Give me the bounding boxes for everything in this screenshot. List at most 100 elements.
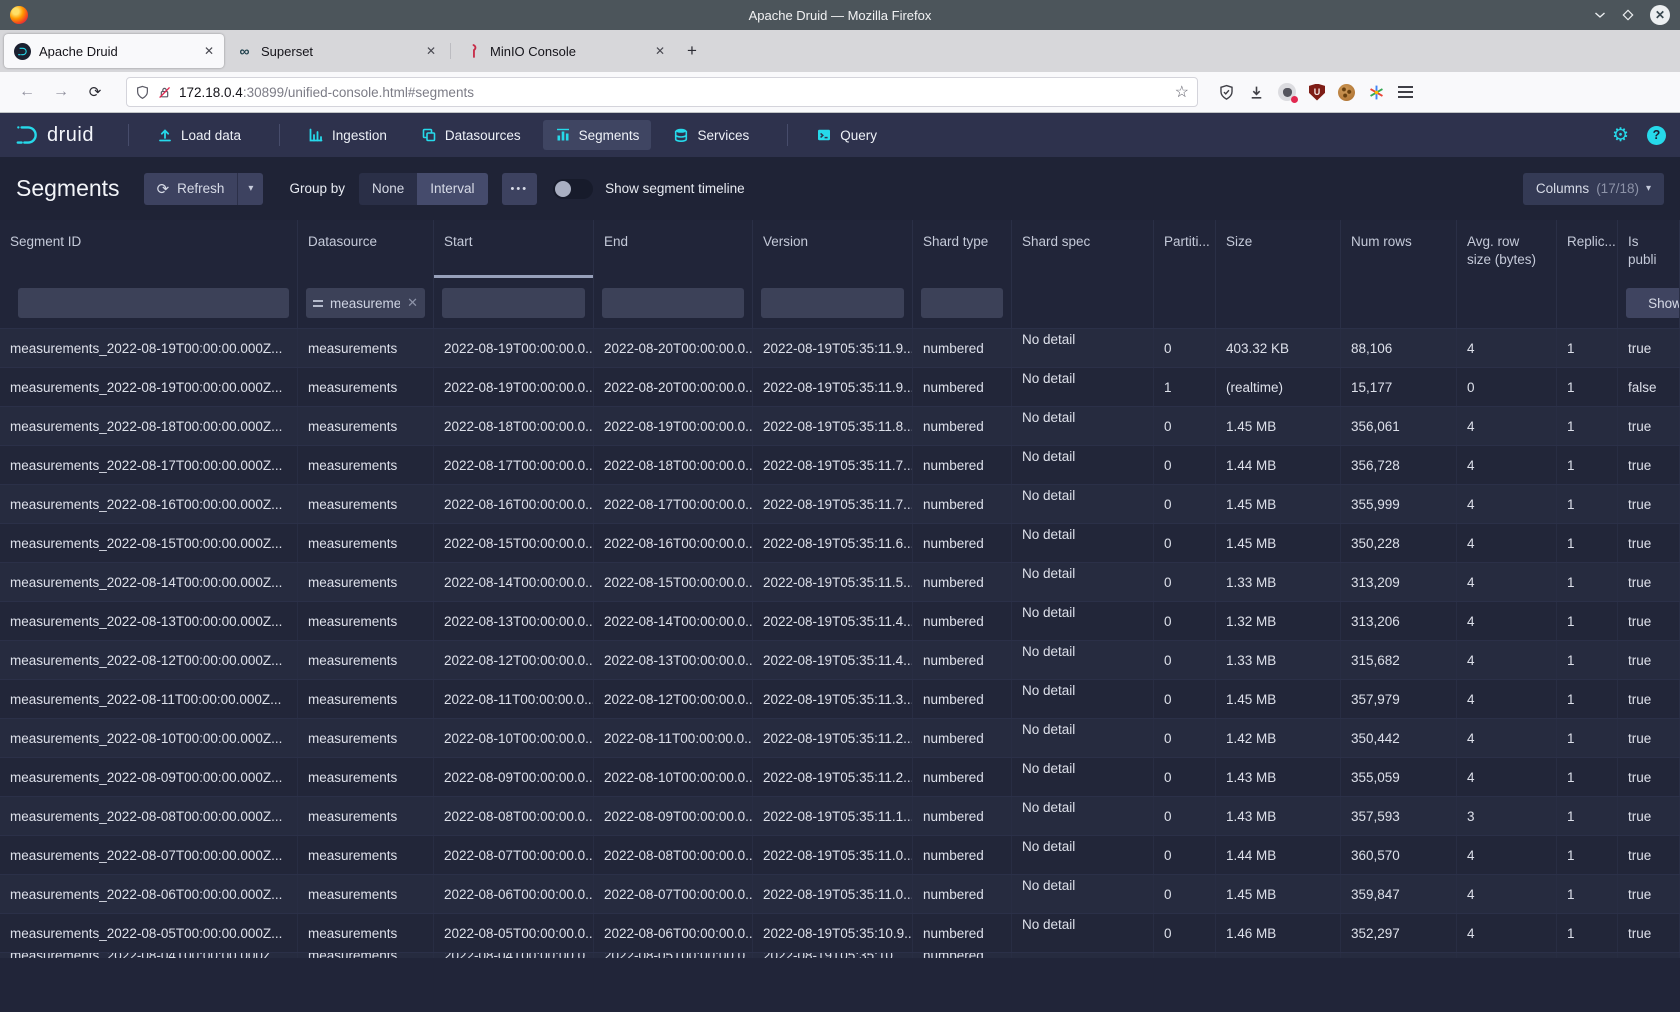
nav-item-query[interactable]: Query bbox=[804, 120, 889, 150]
cell-size[interactable]: 1.46 MB bbox=[1216, 914, 1341, 952]
sparkle-extension-icon[interactable] bbox=[1368, 84, 1385, 101]
cell-size[interactable]: 1.44 MB bbox=[1216, 836, 1341, 874]
cell-version[interactable]: 2022-08-19T05:35:11.8... bbox=[753, 407, 913, 445]
tab-close-icon[interactable]: ✕ bbox=[426, 44, 436, 58]
cell-shard_type[interactable]: numbered bbox=[913, 953, 1012, 958]
nav-item-ingestion[interactable]: Ingestion bbox=[296, 120, 399, 150]
cell-id[interactable]: measurements_2022-08-08T00:00:00.000Z... bbox=[0, 797, 298, 835]
cell-num_rows[interactable] bbox=[1341, 953, 1457, 958]
cell-partition[interactable]: 0 bbox=[1154, 641, 1216, 679]
cell-shard_spec[interactable]: No detail bbox=[1012, 329, 1154, 367]
cell-start[interactable]: 2022-08-14T00:00:00.0... bbox=[434, 563, 594, 601]
cell-end[interactable]: 2022-08-09T00:00:00.0... bbox=[594, 797, 753, 835]
table-row[interactable]: measurements_2022-08-13T00:00:00.000Z...… bbox=[0, 601, 1680, 640]
cell-is_published[interactable] bbox=[1618, 953, 1680, 958]
nav-item-datasources[interactable]: Datasources bbox=[409, 120, 533, 150]
cell-shard_spec[interactable]: No detail bbox=[1012, 680, 1154, 718]
cell-is_published[interactable]: false bbox=[1618, 368, 1680, 406]
cell-end[interactable]: 2022-08-13T00:00:00.0... bbox=[594, 641, 753, 679]
cell-version[interactable]: 2022-08-19T05:35:11.3... bbox=[753, 680, 913, 718]
cell-shard_type[interactable]: numbered bbox=[913, 914, 1012, 952]
cell-replication[interactable]: 1 bbox=[1557, 407, 1618, 445]
cell-shard_spec[interactable]: No detail bbox=[1012, 407, 1154, 445]
cell-version[interactable]: 2022-08-19T05:35:11.6... bbox=[753, 524, 913, 562]
new-tab-button[interactable]: + bbox=[677, 34, 707, 68]
table-row[interactable]: measurements_2022-08-17T00:00:00.000Z...… bbox=[0, 445, 1680, 484]
cell-id[interactable]: measurements_2022-08-17T00:00:00.000Z... bbox=[0, 446, 298, 484]
cell-id[interactable]: measurements_2022-08-12T00:00:00.000Z... bbox=[0, 641, 298, 679]
ublock-origin-icon[interactable]: U bbox=[1309, 84, 1325, 101]
cell-partition[interactable]: 0 bbox=[1154, 836, 1216, 874]
column-header-datasource[interactable]: Datasource bbox=[298, 220, 434, 278]
cell-end[interactable]: 2022-08-20T00:00:00.0... bbox=[594, 329, 753, 367]
group-by-interval-button[interactable]: Interval bbox=[417, 173, 487, 205]
cell-datasource[interactable]: measurements bbox=[298, 758, 434, 796]
cell-shard_type[interactable]: numbered bbox=[913, 524, 1012, 562]
cell-size[interactable]: 1.45 MB bbox=[1216, 485, 1341, 523]
cell-size[interactable]: (realtime) bbox=[1216, 368, 1341, 406]
tab-superset[interactable]: ∞ Superset ✕ bbox=[226, 34, 446, 68]
cell-replication[interactable]: 1 bbox=[1557, 914, 1618, 952]
cell-id[interactable]: measurements_2022-08-10T00:00:00.000Z... bbox=[0, 719, 298, 757]
cell-replication[interactable]: 1 bbox=[1557, 485, 1618, 523]
cell-datasource[interactable]: measurements bbox=[298, 875, 434, 913]
cell-replication[interactable]: 1 bbox=[1557, 329, 1618, 367]
cell-partition[interactable]: 0 bbox=[1154, 758, 1216, 796]
downloads-icon[interactable] bbox=[1248, 84, 1265, 101]
menu-icon[interactable] bbox=[1398, 86, 1413, 98]
cell-shard_type[interactable]: numbered bbox=[913, 641, 1012, 679]
cell-num_rows[interactable]: 355,999 bbox=[1341, 485, 1457, 523]
cell-version[interactable]: 2022-08-19T05:35:11.9... bbox=[753, 368, 913, 406]
refresh-button[interactable]: ⟳ Refresh bbox=[144, 173, 238, 205]
cell-id[interactable]: measurements_2022-08-18T00:00:00.000Z... bbox=[0, 407, 298, 445]
cell-size[interactable]: 1.45 MB bbox=[1216, 680, 1341, 718]
cell-is_published[interactable]: true bbox=[1618, 797, 1680, 835]
nav-item-services[interactable]: Services bbox=[661, 120, 761, 150]
segment-timeline-toggle[interactable] bbox=[553, 179, 593, 199]
cell-avg_row_size[interactable]: 4 bbox=[1457, 758, 1557, 796]
cell-num_rows[interactable]: 359,847 bbox=[1341, 875, 1457, 913]
cell-shard_type[interactable]: numbered bbox=[913, 836, 1012, 874]
cell-replication[interactable] bbox=[1557, 953, 1618, 958]
column-header-end[interactable]: End bbox=[594, 220, 753, 278]
cell-avg_row_size[interactable]: 4 bbox=[1457, 641, 1557, 679]
table-row[interactable]: measurements_2022-08-16T00:00:00.000Z...… bbox=[0, 484, 1680, 523]
table-row[interactable]: measurements_2022-08-06T00:00:00.000Z...… bbox=[0, 874, 1680, 913]
table-row-partial[interactable]: measurements_2022-08-04T00:00:00.000Z...… bbox=[0, 952, 1680, 958]
cell-size[interactable]: 403.32 KB bbox=[1216, 329, 1341, 367]
cell-avg_row_size[interactable]: 4 bbox=[1457, 602, 1557, 640]
cell-avg_row_size[interactable]: 4 bbox=[1457, 485, 1557, 523]
filter-input-end[interactable] bbox=[602, 288, 744, 318]
cell-datasource[interactable]: measurements bbox=[298, 836, 434, 874]
cell-start[interactable]: 2022-08-17T00:00:00.0... bbox=[434, 446, 594, 484]
column-header-id[interactable]: Segment ID bbox=[0, 220, 298, 278]
cell-replication[interactable]: 1 bbox=[1557, 719, 1618, 757]
cell-replication[interactable]: 1 bbox=[1557, 563, 1618, 601]
cell-end[interactable]: 2022-08-05T00:00:00.0... bbox=[594, 953, 753, 958]
cell-shard_spec[interactable]: No detail bbox=[1012, 602, 1154, 640]
cell-shard_type[interactable]: numbered bbox=[913, 485, 1012, 523]
window-minimize-button[interactable] bbox=[1594, 11, 1606, 19]
cell-size[interactable]: 1.33 MB bbox=[1216, 563, 1341, 601]
cell-shard_spec[interactable]: No detail bbox=[1012, 641, 1154, 679]
cell-id[interactable]: measurements_2022-08-07T00:00:00.000Z... bbox=[0, 836, 298, 874]
cell-size[interactable]: 1.32 MB bbox=[1216, 602, 1341, 640]
tab-minio-console[interactable]: MinIO Console ✕ bbox=[455, 34, 675, 68]
column-header-replication[interactable]: Replic... bbox=[1557, 220, 1618, 278]
cell-datasource[interactable]: measurements bbox=[298, 407, 434, 445]
cell-avg_row_size[interactable]: 3 bbox=[1457, 797, 1557, 835]
cell-replication[interactable]: 1 bbox=[1557, 641, 1618, 679]
cell-replication[interactable]: 1 bbox=[1557, 875, 1618, 913]
cell-partition[interactable]: 0 bbox=[1154, 446, 1216, 484]
cell-shard_spec[interactable]: No detail bbox=[1012, 914, 1154, 952]
cell-replication[interactable]: 1 bbox=[1557, 680, 1618, 718]
lock-broken-icon[interactable] bbox=[157, 85, 172, 100]
column-header-num_rows[interactable]: Num rows bbox=[1341, 220, 1457, 278]
cell-version[interactable]: 2022-08-19T05:35:11.2... bbox=[753, 719, 913, 757]
cell-datasource[interactable]: measurements bbox=[298, 368, 434, 406]
cell-is_published[interactable]: true bbox=[1618, 641, 1680, 679]
cell-size[interactable]: 1.45 MB bbox=[1216, 875, 1341, 913]
column-header-shard_type[interactable]: Shard type bbox=[913, 220, 1012, 278]
filter-chip-remove-icon[interactable]: ✕ bbox=[407, 295, 418, 311]
cell-num_rows[interactable]: 313,206 bbox=[1341, 602, 1457, 640]
